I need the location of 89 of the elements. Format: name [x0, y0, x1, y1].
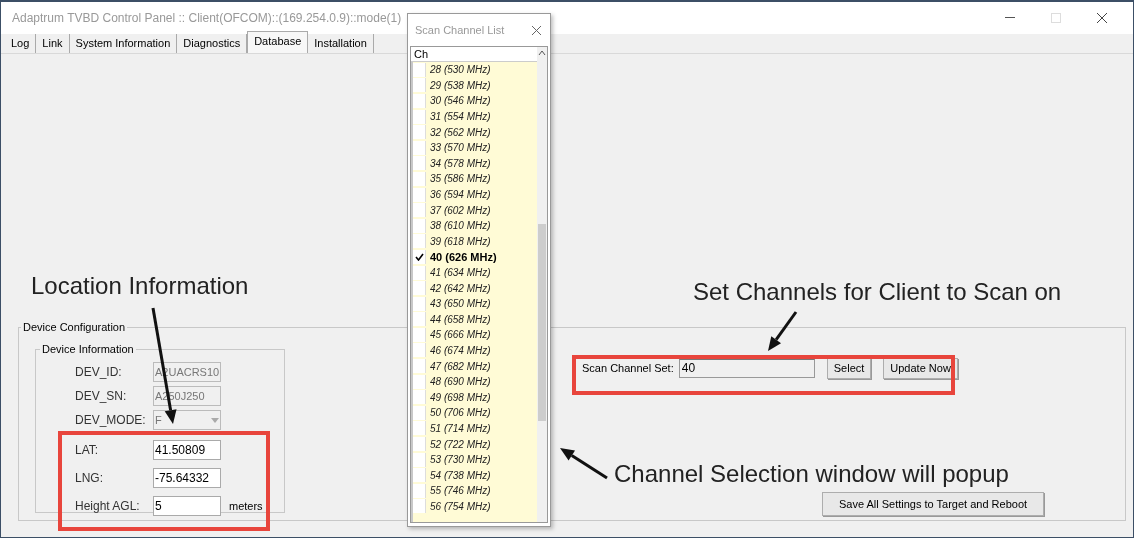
checkbox[interactable]	[413, 374, 426, 389]
channel-label[interactable]: 55 (746 MHz)	[430, 485, 491, 497]
channel-label[interactable]: 40 (626 MHz)	[430, 250, 497, 263]
checkbox[interactable]	[413, 62, 426, 77]
channel-label[interactable]: 34 (578 MHz)	[430, 157, 491, 169]
checkbox[interactable]	[413, 234, 426, 249]
column-header: Ch	[411, 47, 537, 62]
channel-label[interactable]: 53 (730 MHz)	[430, 454, 491, 466]
channel-label[interactable]: 44 (658 MHz)	[430, 313, 491, 325]
checkbox[interactable]	[413, 327, 426, 342]
channel-label[interactable]: 56 (754 MHz)	[430, 500, 491, 512]
save-button[interactable]: Save All Settings to Target and Reboot	[822, 492, 1044, 516]
channel-label[interactable]: 46 (674 MHz)	[430, 345, 491, 356]
channel-label[interactable]: 47 (682 MHz)	[430, 360, 491, 372]
checkbox[interactable]	[413, 203, 426, 218]
annotation-text: Channel Selection window will popup	[614, 460, 1009, 488]
channel-label[interactable]: 28 (530 MHz)	[430, 64, 491, 76]
channel-label[interactable]: 43 (650 MHz)	[430, 298, 491, 310]
close-icon[interactable]	[1096, 12, 1108, 24]
annotation-arrow	[560, 448, 608, 480]
channel-label[interactable]: 42 (642 MHz)	[430, 282, 491, 294]
scrollbar[interactable]	[537, 47, 547, 522]
channel-label[interactable]: 38 (610 MHz)	[430, 220, 491, 232]
field-label: DEV_SN:	[75, 389, 128, 403]
channel-label[interactable]: 37 (602 MHz)	[430, 204, 491, 216]
checkbox[interactable]	[413, 156, 426, 171]
close-icon[interactable]	[531, 24, 542, 36]
checkbox[interactable]	[413, 405, 426, 420]
checkbox[interactable]	[413, 249, 426, 264]
minimize-icon[interactable]	[1005, 17, 1015, 19]
popup-title: Scan Channel List	[415, 24, 506, 36]
checkbox[interactable]	[413, 296, 426, 311]
input-field[interactable]: 5	[153, 496, 221, 516]
checkbox[interactable]	[413, 265, 426, 280]
checkbox[interactable]	[413, 140, 426, 155]
unit-label: meters	[229, 500, 263, 512]
field-label: LNG:	[75, 471, 104, 485]
checkbox[interactable]	[413, 171, 426, 186]
channel-label[interactable]: 48 (690 MHz)	[430, 376, 491, 388]
checkbox[interactable]	[413, 359, 426, 374]
window-title: Adaptrum TVBD Control Panel :: Client(OFCOM)::(169.254.0.9)::mode(1)	[12, 11, 403, 25]
channel-label[interactable]: 35 (586 MHz)	[430, 173, 491, 185]
maximize-icon[interactable]	[1051, 13, 1061, 23]
caret-icon	[211, 417, 219, 423]
channel-label[interactable]: 32 (562 MHz)	[430, 126, 491, 138]
checkbox[interactable]	[413, 78, 426, 93]
checkbox[interactable]	[413, 218, 426, 233]
checkbox[interactable]	[413, 312, 426, 327]
channel-label[interactable]: 52 (722 MHz)	[430, 438, 491, 450]
annotation-text: Set Channels for Client to Scan on	[693, 278, 1062, 306]
field-label: DEV_ID:	[75, 365, 123, 379]
checkbox[interactable]	[413, 125, 426, 140]
channel-label[interactable]: 30 (546 MHz)	[430, 95, 491, 107]
checkbox[interactable]	[413, 421, 426, 436]
field-label: DEV_MODE:	[75, 413, 147, 427]
tab[interactable]: Database	[247, 31, 309, 53]
checkbox[interactable]	[413, 499, 426, 514]
action-button[interactable]: Select	[826, 357, 872, 379]
group-title: Device Information	[41, 343, 135, 355]
checkbox[interactable]	[413, 109, 426, 124]
checkbox[interactable]	[413, 343, 426, 358]
checkbox[interactable]	[413, 94, 426, 108]
channel-label[interactable]: 50 (706 MHz)	[430, 407, 491, 419]
channel-label[interactable]: 41 (634 MHz)	[430, 267, 491, 278]
input-field[interactable]: -75.64332	[153, 468, 221, 488]
group-title: Device Configuration	[22, 321, 127, 333]
channel-label[interactable]: 45 (666 MHz)	[430, 329, 491, 341]
channel-label[interactable]: 33 (570 MHz)	[430, 142, 491, 154]
channel-label[interactable]: 31 (554 MHz)	[430, 111, 491, 123]
annotation-text: Location Information	[31, 272, 249, 300]
channel-label[interactable]: 29 (538 MHz)	[430, 79, 491, 91]
field-label: Height AGL:	[75, 499, 141, 513]
channel-label[interactable]: 39 (618 MHz)	[430, 235, 491, 247]
checkbox[interactable]	[413, 187, 426, 202]
checkbox[interactable]	[413, 437, 426, 452]
checkbox[interactable]	[413, 281, 426, 296]
channel-label[interactable]: 49 (698 MHz)	[430, 391, 491, 403]
channel-label[interactable]: 54 (738 MHz)	[430, 469, 491, 481]
channel-label[interactable]: 51 (714 MHz)	[430, 422, 491, 434]
annotation-arrow	[768, 311, 798, 351]
input-field[interactable]: 41.50809	[153, 440, 221, 460]
scroll-up-icon[interactable]	[538, 50, 546, 56]
field-label: LAT:	[75, 443, 100, 457]
checkbox[interactable]	[413, 483, 426, 498]
channel-label[interactable]: 36 (594 MHz)	[430, 189, 491, 201]
checkbox[interactable]	[413, 390, 426, 405]
field-label: Scan Channel Set:	[582, 362, 674, 374]
checkbox[interactable]	[413, 452, 426, 467]
checkbox[interactable]	[413, 468, 426, 483]
